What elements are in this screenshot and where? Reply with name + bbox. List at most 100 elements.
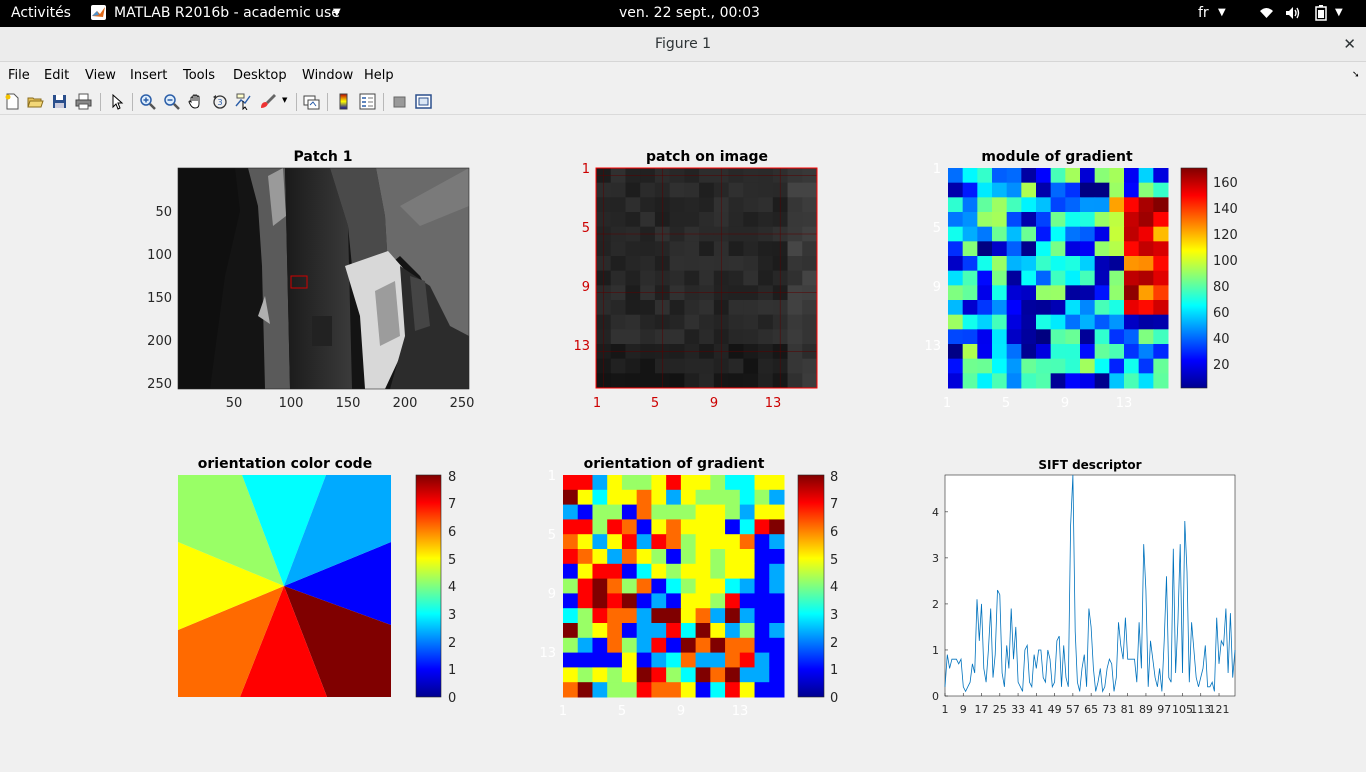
pointer-icon[interactable] — [108, 93, 125, 110]
colorbar[interactable] — [1180, 167, 1208, 389]
language-arrow-icon[interactable]: ▼ — [1218, 7, 1226, 18]
figure-svg: Patch 1 50 100 150 200 250 50 100 150 20… — [147, 149, 1238, 719]
colorbar[interactable] — [797, 474, 825, 698]
y-tick-label: 13 — [573, 339, 590, 354]
input-language[interactable]: fr — [1198, 5, 1209, 21]
menu-tools[interactable]: Tools — [183, 68, 215, 83]
image-pixel — [610, 212, 626, 228]
zoom-in-icon[interactable] — [139, 93, 156, 110]
y-tick-label: 1 — [548, 469, 556, 484]
colorbar-tick-label: 5 — [448, 553, 456, 568]
heatmap-cell — [1021, 168, 1037, 184]
save-icon[interactable] — [51, 93, 68, 110]
heatmap-cell — [1080, 168, 1096, 184]
menu-help[interactable]: Help — [364, 68, 394, 83]
hide-plot-tools-icon[interactable] — [391, 93, 408, 110]
heatmap-cell — [962, 270, 978, 286]
heatmap-cell — [1065, 314, 1081, 330]
heatmap-cell — [962, 329, 978, 345]
insert-legend-icon[interactable] — [359, 93, 376, 110]
image-pixel — [684, 182, 700, 198]
image-pixel — [610, 329, 626, 345]
heatmap-cell — [1109, 373, 1125, 389]
heatmap-cell — [577, 534, 593, 550]
image-pixel — [596, 197, 612, 213]
system-menu-arrow-icon[interactable]: ▼ — [1335, 7, 1343, 18]
heatmap-cell — [607, 578, 623, 594]
heatmap-cell — [636, 549, 652, 565]
heatmap-cell — [754, 578, 770, 594]
heatmap-cell — [1094, 256, 1110, 272]
axes-patch-on-image[interactable]: patch on image 1 5 9 13 1 5 9 13 — [573, 149, 818, 411]
image-pixel — [640, 300, 656, 316]
close-window-button[interactable]: ✕ — [1343, 35, 1356, 53]
menu-edit[interactable]: Edit — [44, 68, 69, 83]
x-tick-label: 9 — [677, 704, 685, 719]
image-pixel — [787, 358, 803, 374]
heatmap-cell — [592, 504, 608, 520]
link-plot-icon[interactable] — [303, 93, 320, 110]
axes-patch1[interactable]: Patch 1 50 100 150 200 250 50 100 150 20… — [147, 149, 474, 411]
image-pixel — [758, 256, 774, 272]
image-pixel — [758, 373, 774, 389]
print-icon[interactable] — [75, 93, 92, 110]
heatmap-cell — [666, 623, 682, 639]
heatmap-cell — [1138, 226, 1154, 242]
heatmap-cell — [710, 608, 726, 624]
image-pixel — [669, 329, 685, 345]
image-pixel — [728, 300, 744, 316]
new-figure-icon[interactable] — [4, 93, 21, 110]
axes-orientation-color-code[interactable]: orientation color code 0 1 2 3 4 5 6 7 8 — [178, 456, 456, 706]
data-cursor-icon[interactable] — [235, 93, 252, 110]
insert-colorbar-icon[interactable] — [335, 93, 352, 110]
rotate-3d-icon[interactable]: 3 — [211, 93, 228, 110]
colorbar[interactable] — [415, 474, 442, 698]
app-menu[interactable]: MATLAB R2016b - academic use — [114, 5, 340, 21]
app-menu-arrow-icon[interactable]: ▼ — [333, 7, 341, 18]
colorbar-tick-label: 7 — [830, 497, 838, 512]
heatmap-cell — [695, 549, 711, 565]
volume-icon[interactable] — [1285, 6, 1300, 24]
menu-insert[interactable]: Insert — [130, 68, 167, 83]
open-file-icon[interactable] — [27, 93, 44, 110]
brush-dropdown-arrow-icon[interactable]: ▼ — [282, 96, 287, 104]
image-pixel — [669, 314, 685, 330]
heatmap-cell — [1036, 314, 1052, 330]
axes-module-of-gradient[interactable]: module of gradient 1 5 9 13 1 5 9 13 160… — [924, 149, 1237, 411]
y-tick-label: 1 — [932, 644, 939, 657]
menu-desktop[interactable]: Desktop — [233, 68, 287, 83]
heatmap-cell — [725, 475, 741, 491]
heatmap-cell — [695, 489, 711, 506]
heatmap-cell — [1124, 373, 1140, 389]
show-plot-tools-icon[interactable] — [415, 93, 432, 110]
zoom-out-icon[interactable] — [163, 93, 180, 110]
heatmap-cell — [725, 549, 741, 565]
heatmap-cell — [636, 534, 652, 550]
heatmap-cell — [1124, 358, 1140, 374]
brush-icon[interactable] — [259, 93, 276, 110]
wifi-icon[interactable] — [1259, 6, 1274, 23]
clock[interactable]: ven. 22 sept., 00:03 — [619, 5, 760, 21]
axes-sift-descriptor[interactable]: SIFT descriptor 1 9 17 25 33 41 49 57 65 73 81 89 97… — [932, 458, 1236, 716]
heatmap-cell — [680, 475, 697, 491]
heatmap-cell — [680, 593, 697, 609]
menu-window[interactable]: Window — [302, 68, 353, 83]
heatmap-cell — [592, 578, 608, 594]
heatmap-cell — [977, 182, 993, 198]
heatmap-cell — [962, 358, 978, 374]
heatmap-cell — [1050, 197, 1066, 213]
activities-button[interactable]: Activités — [11, 5, 71, 21]
colorbar-tick-label: 2 — [448, 636, 456, 651]
axes-orientation-of-gradient[interactable]: orientation of gradient 1 5 9 13 1 5 9 1… — [539, 456, 838, 719]
colorbar-tick-label: 100 — [1213, 254, 1238, 269]
heatmap-cell — [1036, 226, 1052, 242]
colorbar-tick-label: 40 — [1213, 332, 1230, 347]
heatmap-cell — [621, 608, 638, 624]
menu-file[interactable]: File — [8, 68, 30, 83]
pan-icon[interactable] — [187, 93, 204, 110]
image-pixel — [610, 358, 626, 374]
image-pixel — [758, 314, 774, 330]
menu-view[interactable]: View — [85, 68, 116, 83]
dock-arrow-icon[interactable]: ➘ — [1352, 70, 1360, 80]
battery-icon[interactable] — [1315, 5, 1327, 25]
